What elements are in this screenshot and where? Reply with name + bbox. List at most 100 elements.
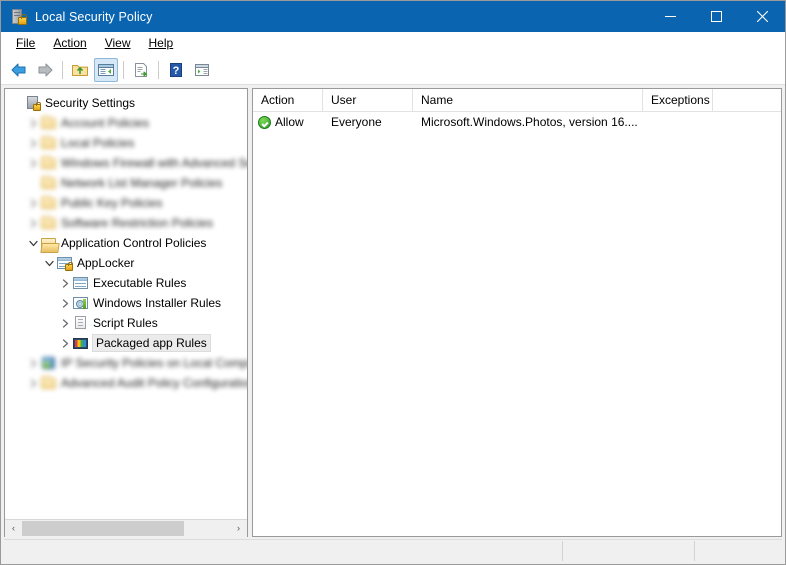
tree-item-label: Script Rules <box>93 315 158 331</box>
ip-security-icon <box>41 355 57 371</box>
installer-rules-icon <box>73 295 89 311</box>
tree-item-local-policies[interactable]: Local Policies <box>5 133 247 153</box>
local-security-policy-window: Local Security Policy File Action View H… <box>0 0 786 565</box>
scrollbar-thumb[interactable] <box>22 521 184 536</box>
menu-help[interactable]: Help <box>140 33 183 53</box>
tree-item-label: Application Control Policies <box>61 235 206 251</box>
export-list-icon <box>132 62 150 78</box>
tree-item-ip-security-policies-on-local-computer[interactable]: IP Security Policies on Local Computer <box>5 353 247 373</box>
cell-user: Everyone <box>323 112 413 132</box>
tree-item-windows-firewall-with-advanced-security[interactable]: Windows Firewall with Advanced Security <box>5 153 247 173</box>
menu-help-label: Help <box>149 36 174 50</box>
folder-icon <box>41 175 57 191</box>
list-rows: AllowEveryoneMicrosoft.Windows.Photos, v… <box>253 112 781 536</box>
status-segment-2 <box>562 541 694 561</box>
menu-file-label: File <box>16 36 35 50</box>
folder-icon <box>41 115 57 131</box>
show-hide-console-tree-button[interactable] <box>94 58 118 82</box>
export-list-button[interactable] <box>129 58 153 82</box>
tree-item-software-restriction-policies[interactable]: Software Restriction Policies <box>5 213 247 233</box>
maximize-button[interactable] <box>693 1 739 32</box>
status-segment-3 <box>694 541 782 561</box>
menu-action[interactable]: Action <box>44 33 95 53</box>
title-bar[interactable]: Local Security Policy <box>1 1 785 32</box>
menu-action-label: Action <box>53 36 86 50</box>
toolbar-separator <box>62 61 63 79</box>
tree-item-script-rules[interactable]: Script Rules <box>5 313 247 333</box>
menu-file[interactable]: File <box>7 33 44 53</box>
main-body: Security Settings Account Policies Local P… <box>1 85 785 537</box>
tree-item-label: Windows Installer Rules <box>93 295 221 311</box>
toolbar: ? <box>1 55 785 85</box>
folder-up-icon <box>71 62 89 78</box>
chevron-right-icon[interactable] <box>25 355 41 371</box>
tree-item-label: Advanced Audit Policy Configuration <box>61 375 247 391</box>
column-header-action[interactable]: Action <box>253 89 323 112</box>
help-question-icon: ? <box>167 62 185 78</box>
tree-item-public-key-policies[interactable]: Public Key Policies <box>5 193 247 213</box>
chevron-right-icon[interactable] <box>25 215 41 231</box>
forward-button[interactable] <box>33 58 57 82</box>
window-controls <box>647 1 785 32</box>
chevron-right-icon[interactable] <box>25 195 41 211</box>
minimize-button[interactable] <box>647 1 693 32</box>
tree-item-label: Security Settings <box>45 95 135 111</box>
tree-item-advanced-audit-policy-configuration[interactable]: Advanced Audit Policy Configuration <box>5 373 247 393</box>
table-row[interactable]: AllowEveryoneMicrosoft.Windows.Photos, v… <box>253 112 781 132</box>
toolbar-separator <box>158 61 159 79</box>
folder-icon <box>41 195 57 211</box>
menu-view-label: View <box>105 36 131 50</box>
chevron-down-icon[interactable] <box>41 255 57 271</box>
tree-item-account-policies[interactable]: Account Policies <box>5 113 247 133</box>
scroll-right-arrow[interactable]: › <box>230 520 247 537</box>
tree-item-label: Executable Rules <box>93 275 186 291</box>
cell-action: Allow <box>253 112 323 132</box>
scrollbar-track[interactable] <box>22 520 230 537</box>
column-header-name[interactable]: Name <box>413 89 643 112</box>
status-bar <box>4 539 782 561</box>
chevron-right-icon[interactable] <box>57 335 73 351</box>
chevron-right-icon[interactable] <box>25 155 41 171</box>
tree-view[interactable]: Security Settings Account Policies Local P… <box>5 89 247 519</box>
tree-item-executable-rules[interactable]: Executable Rules <box>5 273 247 293</box>
tree-horizontal-scrollbar[interactable]: ‹ › <box>5 519 247 536</box>
tree-spacer <box>9 95 25 111</box>
chevron-right-icon[interactable] <box>57 275 73 291</box>
chevron-right-icon[interactable] <box>57 295 73 311</box>
cell-exceptions <box>643 112 713 132</box>
menu-view[interactable]: View <box>96 33 140 53</box>
folder-icon <box>41 215 57 231</box>
menu-bar: File Action View Help <box>1 32 785 55</box>
column-header-exceptions[interactable]: Exceptions <box>643 89 713 112</box>
help-button[interactable]: ? <box>164 58 188 82</box>
tree-item-windows-installer-rules[interactable]: Windows Installer Rules <box>5 293 247 313</box>
tree-item-packaged-app-rules[interactable]: Packaged app Rules <box>5 333 247 353</box>
security-policy-icon <box>11 9 27 25</box>
chevron-right-icon[interactable] <box>25 115 41 131</box>
list-column-headers: ActionUserNameExceptions <box>253 89 781 112</box>
allow-check-icon <box>258 116 271 129</box>
tree-item-security-settings[interactable]: Security Settings <box>5 93 247 113</box>
rules-list-pane: ActionUserNameExceptions AllowEveryoneMi… <box>252 88 782 537</box>
chevron-down-icon[interactable] <box>25 235 41 251</box>
properties-button[interactable] <box>190 58 214 82</box>
arrow-left-icon <box>10 62 28 78</box>
chevron-right-icon[interactable] <box>25 375 41 391</box>
applocker-icon <box>57 255 73 271</box>
properties-icon <box>193 62 211 78</box>
column-header-user[interactable]: User <box>323 89 413 112</box>
back-button[interactable] <box>7 58 31 82</box>
chevron-right-icon[interactable] <box>57 315 73 331</box>
close-button[interactable] <box>739 1 785 32</box>
console-tree-pane: Security Settings Account Policies Local P… <box>4 88 248 537</box>
chevron-right-icon[interactable] <box>25 135 41 151</box>
tree-spacer <box>25 175 41 191</box>
security-settings-icon <box>25 95 41 111</box>
toolbar-separator <box>123 61 124 79</box>
tree-item-application-control-policies[interactable]: Application Control Policies <box>5 233 247 253</box>
tree-item-label: Account Policies <box>61 115 149 131</box>
tree-item-network-list-manager-policies[interactable]: Network List Manager Policies <box>5 173 247 193</box>
up-folder-button[interactable] <box>68 58 92 82</box>
scroll-left-arrow[interactable]: ‹ <box>5 520 22 537</box>
tree-item-applocker[interactable]: AppLocker <box>5 253 247 273</box>
